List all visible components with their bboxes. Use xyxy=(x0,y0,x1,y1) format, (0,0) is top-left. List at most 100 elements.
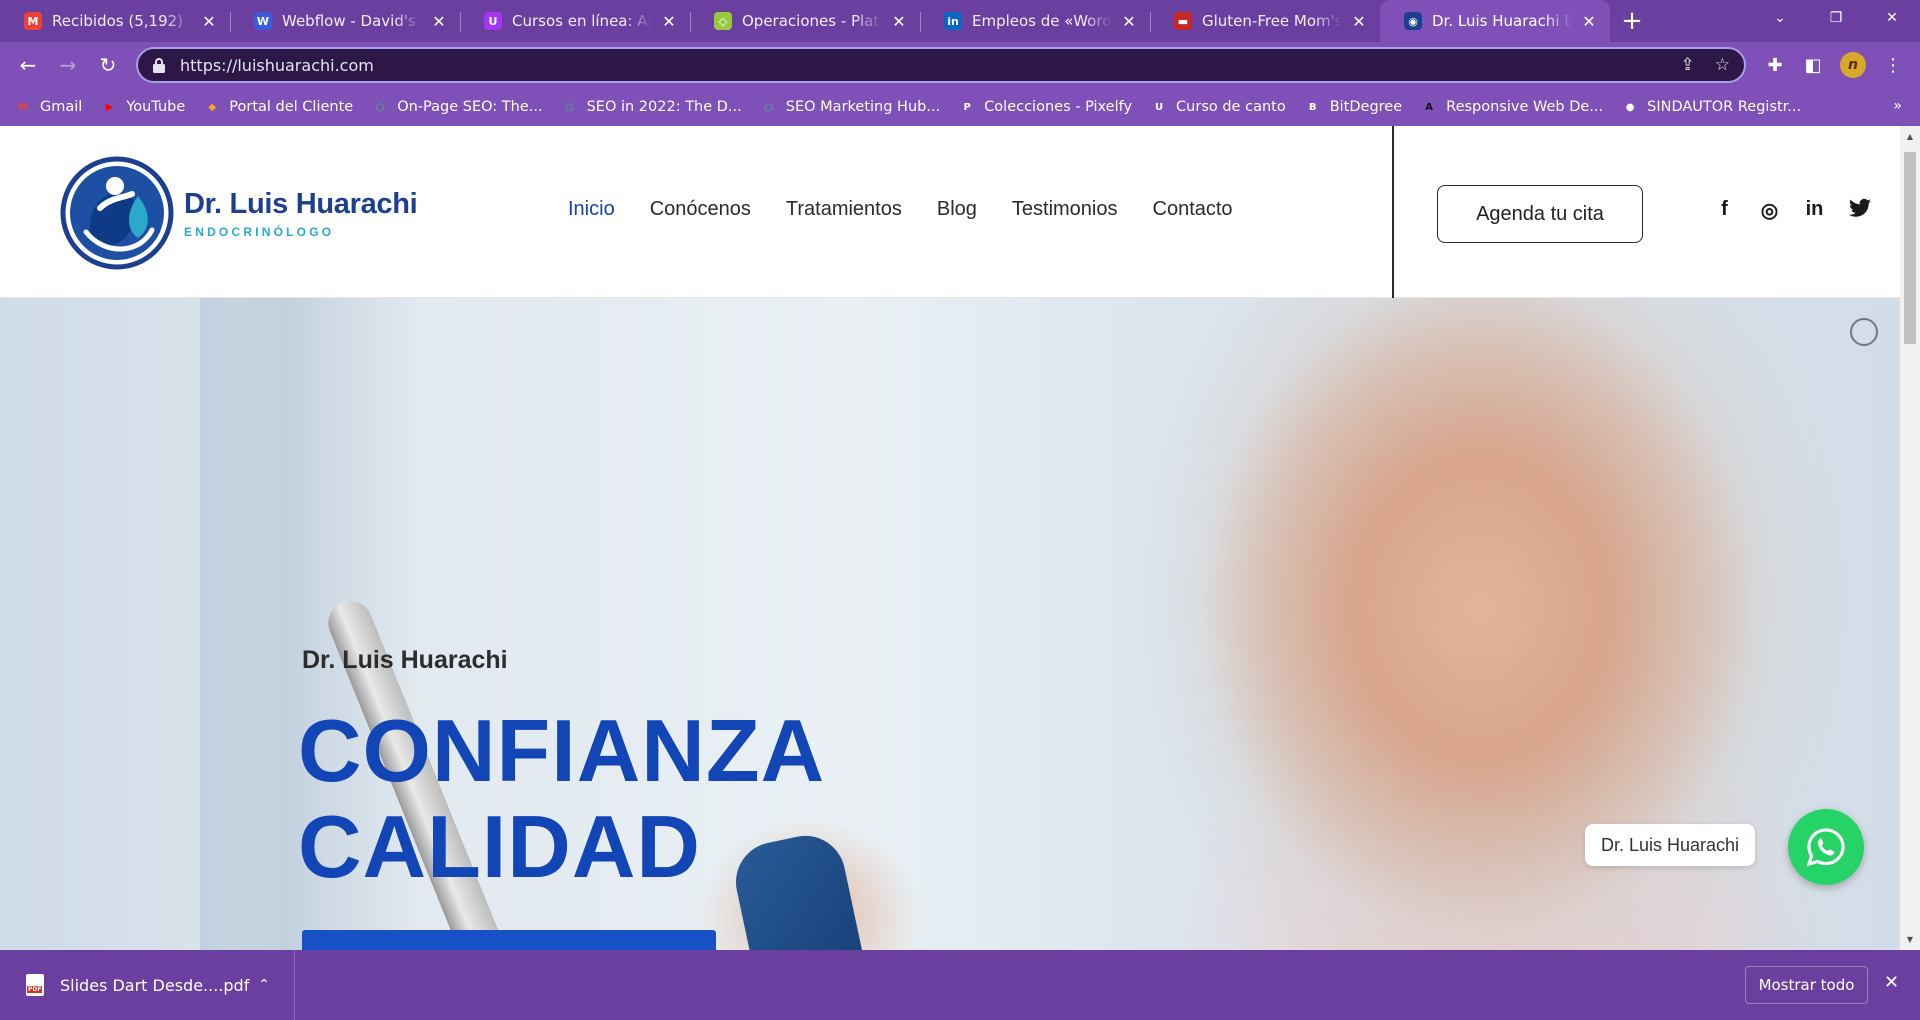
bookmark-item[interactable]: ○ SEO Marketing Hub... xyxy=(760,98,940,116)
close-tab-icon[interactable]: ✕ xyxy=(200,12,218,31)
address-bar[interactable]: https://luishuarachi.com ⇪ ☆ xyxy=(136,47,1746,83)
menu-kebab-icon[interactable]: ⋮ xyxy=(1874,45,1912,85)
url-text[interactable]: https://luishuarachi.com xyxy=(180,56,1661,75)
browser-tab[interactable]: ◇ Operaciones - Platzi ✕ xyxy=(690,0,920,42)
linkedin-icon[interactable]: in xyxy=(1792,198,1837,223)
close-tab-icon[interactable]: ✕ xyxy=(1350,12,1368,31)
browser-tab[interactable]: M Recibidos (5,192) - dk ✕ xyxy=(0,0,230,42)
bookmark-item[interactable]: B BitDegree xyxy=(1304,98,1402,116)
bookmark-item[interactable]: ● SINDAUTOR Registr... xyxy=(1621,98,1801,116)
lock-icon[interactable] xyxy=(152,57,166,73)
close-tab-icon[interactable]: ✕ xyxy=(1120,12,1138,31)
web-page: Dr. Luis Huarachi ENDOCRINÓLOGO Inicio Co… xyxy=(0,126,1920,950)
bookmark-favicon-icon: ○ xyxy=(375,101,385,113)
nav-link-testimonios[interactable]: Testimonios xyxy=(1012,198,1118,221)
browser-tab[interactable]: W Webflow - David's Ma ✕ xyxy=(230,0,460,42)
facebook-icon[interactable]: f xyxy=(1702,198,1747,223)
bookmark-item[interactable]: A Responsive Web De... xyxy=(1420,98,1603,116)
reload-button[interactable]: ↻ xyxy=(88,45,128,85)
close-tab-icon[interactable]: ✕ xyxy=(1580,12,1598,31)
tab-favicon-icon: ◇ xyxy=(714,12,732,30)
tab-favicon-icon: ▬ xyxy=(1174,12,1192,30)
hero-headline-line-1: CONFIANZA xyxy=(298,701,826,800)
scroll-down-icon[interactable]: ▼ xyxy=(1900,935,1920,944)
extensions-icon[interactable]: ✚ xyxy=(1756,45,1794,85)
close-download-bar-icon[interactable]: ✕ xyxy=(1884,972,1899,993)
restore-icon[interactable]: ❐ xyxy=(1808,0,1864,36)
download-item[interactable]: Slides Dart Desde....pdf ⌃ xyxy=(0,950,295,1020)
bookmark-label: BitDegree xyxy=(1329,99,1403,115)
hero-eyebrow: Dr. Luis Huarachi xyxy=(302,646,508,674)
nav-link-contacto[interactable]: Contacto xyxy=(1153,198,1233,221)
whatsapp-button[interactable] xyxy=(1788,809,1864,885)
bookmark-label: SEO Marketing Hub... xyxy=(785,99,941,115)
tab-title: Webflow - David's Ma xyxy=(282,12,422,30)
scrollbar-thumb[interactable] xyxy=(1904,152,1916,344)
browser-tab[interactable]: ▬ Gluten-Free Mom's Pl ✕ xyxy=(1150,0,1380,42)
close-tab-icon[interactable]: ✕ xyxy=(430,12,448,31)
tab-strip: M Recibidos (5,192) - dk ✕ W Webflow - David… xyxy=(0,0,1920,42)
site-logo[interactable]: Dr. Luis Huarachi ENDOCRINÓLOGO xyxy=(60,156,418,270)
forward-button[interactable]: → xyxy=(48,45,88,85)
bookmark-label: YouTube xyxy=(126,99,186,115)
book-appointment-button[interactable]: Agenda tu cita xyxy=(1437,185,1643,243)
pdf-file-icon xyxy=(26,974,44,996)
bookmark-item[interactable]: ○ SEO in 2022: The D... xyxy=(561,98,742,116)
bookmark-star-icon[interactable]: ☆ xyxy=(1715,55,1730,75)
hero-headline: CONFIANZA CALIDAD xyxy=(298,703,825,895)
tab-favicon-icon: M xyxy=(24,12,42,30)
bookmark-item[interactable]: ◆ Portal del Cliente xyxy=(203,98,353,116)
minimize-icon[interactable]: ⌄ xyxy=(1752,0,1808,36)
nav-link-blog[interactable]: Blog xyxy=(937,198,977,221)
side-panel-icon[interactable]: ◧ xyxy=(1794,45,1832,85)
bookmark-label: SINDAUTOR Registr... xyxy=(1647,99,1802,115)
hero-cta-button[interactable] xyxy=(302,930,716,950)
instagram-icon[interactable]: ◎ xyxy=(1747,198,1792,223)
whatsapp-icon xyxy=(1806,828,1845,867)
bookmarks-overflow-icon[interactable]: » xyxy=(1893,98,1902,114)
page-scrollbar[interactable]: ▲ ▼ xyxy=(1900,126,1920,950)
twitter-icon[interactable] xyxy=(1837,198,1882,223)
bookmark-label: Curso de canto xyxy=(1176,99,1286,115)
bookmark-item[interactable]: ○ On-Page SEO: The... xyxy=(371,98,543,116)
bookmark-item[interactable]: U Curso de canto xyxy=(1150,98,1286,116)
browser-tab[interactable]: U Cursos en línea: Apren ✕ xyxy=(460,0,690,42)
scroll-up-icon[interactable]: ▲ xyxy=(1900,132,1920,141)
bookmark-label: Gmail xyxy=(40,99,83,115)
nav-link-conocenos[interactable]: Conócenos xyxy=(650,198,751,221)
close-window-icon[interactable]: ✕ xyxy=(1864,0,1920,36)
chevron-up-icon[interactable]: ⌃ xyxy=(258,977,270,993)
show-all-downloads-button[interactable]: Mostrar todo xyxy=(1745,966,1868,1004)
hero-headline-line-2: CALIDAD xyxy=(298,797,701,896)
back-button[interactable]: ← xyxy=(8,45,48,85)
nav-link-inicio[interactable]: Inicio xyxy=(568,198,615,221)
close-tab-icon[interactable]: ✕ xyxy=(890,12,908,31)
profile-avatar[interactable]: n xyxy=(1840,52,1866,78)
bookmark-favicon-icon: A xyxy=(1425,101,1434,113)
bookmark-item[interactable]: ▶ YouTube xyxy=(100,98,185,116)
tab-favicon-icon: in xyxy=(944,12,962,30)
browser-tab[interactable]: ◉ Dr. Luis Huarachi Endo ✕ xyxy=(1380,0,1610,42)
tab-title: Operaciones - Platzi xyxy=(742,12,882,30)
bookmark-item[interactable]: M Gmail xyxy=(14,98,82,116)
nav-link-tratamientos[interactable]: Tratamientos xyxy=(786,198,902,221)
bookmark-favicon-icon: ● xyxy=(1625,101,1635,113)
window-controls: ⌄ ❐ ✕ xyxy=(1752,0,1920,36)
whatsapp-label[interactable]: Dr. Luis Huarachi xyxy=(1585,824,1756,866)
loading-spinner-icon xyxy=(1850,318,1878,346)
bookmark-favicon-icon: ▶ xyxy=(105,101,114,113)
tab-list: M Recibidos (5,192) - dk ✕ W Webflow - David… xyxy=(0,0,1610,42)
main-nav: Inicio Conócenos Tratamientos Blog Testimoni… xyxy=(568,198,1268,221)
bookmark-item[interactable]: P Colecciones - Pixelfy xyxy=(958,98,1133,116)
bookmark-label: SEO in 2022: The D... xyxy=(586,99,742,115)
tab-favicon-icon: U xyxy=(484,12,502,30)
tab-favicon-icon: ◉ xyxy=(1404,12,1422,30)
bookmark-favicon-icon: P xyxy=(963,101,971,113)
share-icon[interactable]: ⇪ xyxy=(1681,55,1695,75)
browser-tab[interactable]: in Empleos de «WordPre ✕ xyxy=(920,0,1150,42)
logo-name: Dr. Luis Huarachi xyxy=(184,187,418,220)
new-tab-button[interactable]: + xyxy=(1610,0,1654,42)
bookmark-favicon-icon: ○ xyxy=(764,101,774,113)
bookmark-favicon-icon: U xyxy=(1154,101,1164,113)
close-tab-icon[interactable]: ✕ xyxy=(660,12,678,31)
